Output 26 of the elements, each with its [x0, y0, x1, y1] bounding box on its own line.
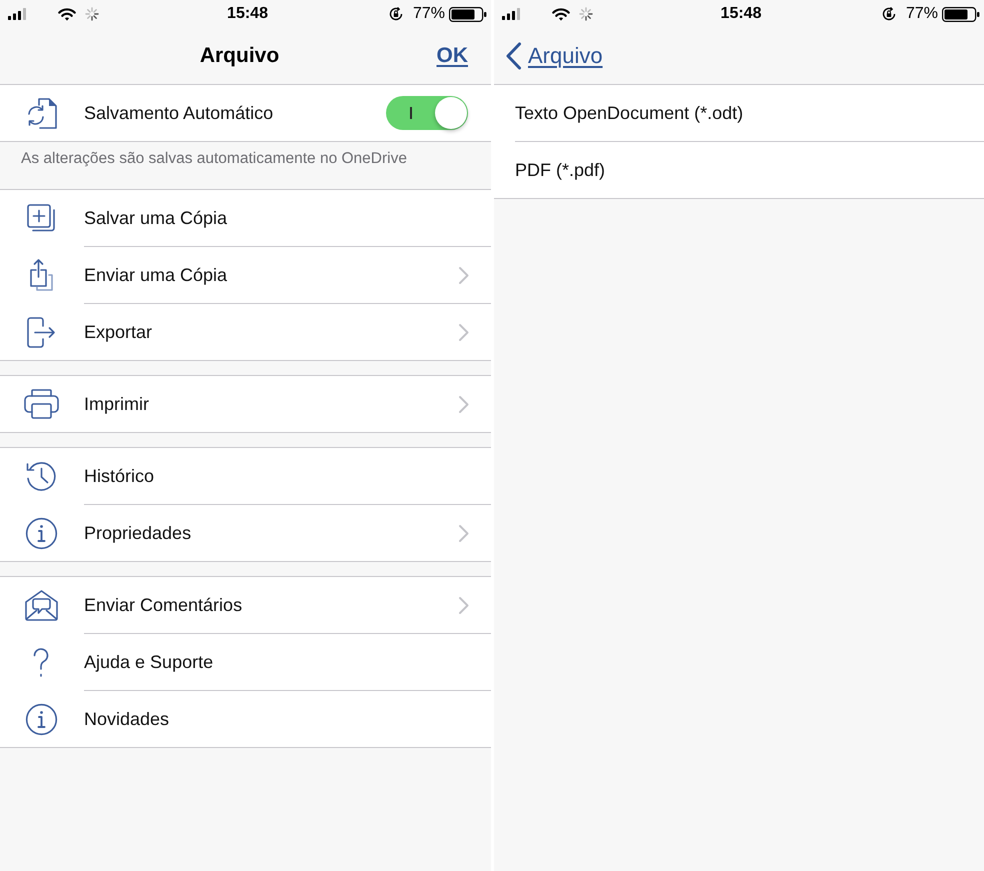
screen-title: Arquivo — [200, 44, 280, 68]
printer-icon — [22, 388, 60, 420]
setting-label: Salvamento Automático — [84, 102, 274, 124]
toggle-switch[interactable] — [386, 96, 468, 130]
share-box-icon — [28, 258, 54, 293]
status-time: 15:48 — [227, 5, 268, 23]
wifi-icon — [552, 8, 570, 20]
wifi-icon — [58, 8, 76, 20]
arrow-out-icon — [26, 316, 56, 348]
status-time: 15:48 — [720, 5, 762, 23]
rotation-lock-icon — [882, 7, 896, 21]
spinner-icon — [579, 7, 593, 21]
battery-percent: 77% — [906, 5, 938, 23]
battery-percent: 77% — [412, 5, 446, 23]
battery-icon — [449, 6, 488, 22]
autosave-note: As alterações são salvas automaticamente no OneDrive — [21, 150, 407, 167]
spinner-icon — [85, 7, 99, 21]
ok-link[interactable]: OK — [436, 44, 468, 68]
document-sync-icon — [25, 96, 59, 130]
signal-bars-icon — [8, 8, 28, 20]
signal-bars-icon — [502, 8, 522, 20]
chevron-left-icon — [505, 42, 522, 70]
battery-icon — [942, 6, 980, 22]
back-link[interactable]: Arquivo — [505, 42, 603, 70]
copy-plus-icon — [26, 203, 56, 234]
rotation-lock-icon — [388, 7, 403, 21]
